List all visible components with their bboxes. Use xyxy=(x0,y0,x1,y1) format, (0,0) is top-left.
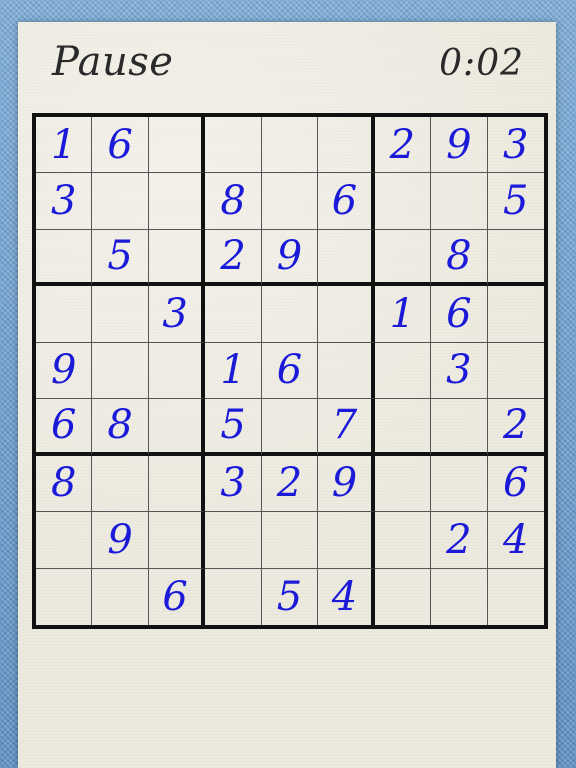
sudoku-cell-r9c2[interactable] xyxy=(92,568,149,625)
sudoku-cell-r9c4[interactable] xyxy=(205,568,262,625)
sudoku-cell-r3c3[interactable] xyxy=(148,229,206,287)
sudoku-cell-r3c5[interactable]: 9 xyxy=(261,229,319,287)
sudoku-cell-r1c3[interactable] xyxy=(148,117,206,174)
sudoku-cell-r7c8[interactable] xyxy=(431,455,488,513)
sudoku-cell-r7c4[interactable]: 3 xyxy=(205,455,262,513)
sudoku-cell-r9c3[interactable]: 6 xyxy=(149,568,206,625)
sudoku-cell-r9c8[interactable] xyxy=(431,568,488,625)
sudoku-cell-r8c8[interactable]: 2 xyxy=(431,512,488,569)
sudoku-cell-r1c2[interactable]: 6 xyxy=(92,117,149,174)
sudoku-cell-r1c5[interactable] xyxy=(261,117,319,174)
sudoku-cell-r5c8[interactable]: 3 xyxy=(431,342,488,400)
sudoku-cell-r9c6[interactable]: 4 xyxy=(318,568,375,625)
sudoku-cell-r3c6[interactable] xyxy=(318,229,375,287)
sudoku-cell-r7c1[interactable]: 8 xyxy=(36,455,93,513)
sudoku-cell-r4c7[interactable]: 1 xyxy=(374,286,432,343)
sudoku-cell-r4c4[interactable] xyxy=(205,286,262,343)
sudoku-cell-r6c9[interactable]: 2 xyxy=(487,399,544,456)
sudoku-cell-r7c3[interactable] xyxy=(148,455,206,513)
sudoku-cell-r5c7[interactable] xyxy=(374,342,432,400)
sudoku-cell-r2c5[interactable] xyxy=(261,173,319,230)
sudoku-cell-r4c8[interactable]: 6 xyxy=(431,286,488,343)
sudoku-cell-r4c6[interactable] xyxy=(318,286,375,343)
sudoku-cell-r3c8[interactable]: 8 xyxy=(431,229,488,287)
sudoku-cell-r7c6[interactable]: 9 xyxy=(318,455,375,513)
sudoku-cell-r4c3[interactable]: 3 xyxy=(148,286,206,343)
sudoku-cell-r9c5[interactable]: 5 xyxy=(262,568,319,625)
sudoku-cell-r1c1[interactable]: 1 xyxy=(36,117,93,174)
sudoku-cell-r4c5[interactable] xyxy=(261,286,319,343)
sudoku-cell-r7c7[interactable] xyxy=(374,455,432,513)
sudoku-cell-r1c7[interactable]: 2 xyxy=(374,117,432,174)
game-timer: 0:02 xyxy=(439,43,524,84)
sudoku-cell-r1c4[interactable] xyxy=(205,117,262,174)
sudoku-cell-r5c5[interactable]: 6 xyxy=(261,342,319,400)
sudoku-cell-r8c5[interactable] xyxy=(261,512,319,569)
sudoku-cell-r8c9[interactable]: 4 xyxy=(487,512,544,569)
sudoku-cell-r6c4[interactable]: 5 xyxy=(205,399,262,456)
sudoku-cell-r2c7[interactable] xyxy=(374,173,432,230)
pause-button[interactable]: Pause xyxy=(52,42,173,82)
sudoku-board: 162933865529831691636857283296924654 xyxy=(32,113,548,629)
sudoku-cell-r5c3[interactable] xyxy=(148,342,206,400)
sudoku-cell-r3c7[interactable] xyxy=(374,229,432,287)
sudoku-cell-r6c1[interactable]: 6 xyxy=(36,399,93,456)
sudoku-cell-r3c2[interactable]: 5 xyxy=(92,229,149,287)
sudoku-cell-r9c7[interactable] xyxy=(375,568,432,625)
sudoku-cell-r5c6[interactable] xyxy=(318,342,375,400)
sudoku-cell-r7c5[interactable]: 2 xyxy=(261,455,319,513)
sudoku-cell-r8c3[interactable] xyxy=(148,512,206,569)
sudoku-cell-r4c1[interactable] xyxy=(36,286,93,343)
sudoku-cell-r2c4[interactable]: 8 xyxy=(205,173,262,230)
sudoku-cell-r1c9[interactable]: 3 xyxy=(487,117,544,174)
sudoku-cell-r6c5[interactable] xyxy=(261,399,319,456)
sudoku-cell-r3c1[interactable] xyxy=(36,229,93,287)
sudoku-cell-r5c4[interactable]: 1 xyxy=(205,342,262,400)
sudoku-cell-r6c3[interactable] xyxy=(148,399,206,456)
sudoku-cell-r9c1[interactable] xyxy=(36,568,93,625)
sudoku-cell-r6c6[interactable]: 7 xyxy=(318,399,375,456)
sudoku-cell-r8c2[interactable]: 9 xyxy=(92,512,149,569)
sudoku-cell-r6c2[interactable]: 8 xyxy=(92,399,149,456)
sudoku-cell-r3c4[interactable]: 2 xyxy=(205,229,262,287)
sudoku-cell-r1c8[interactable]: 9 xyxy=(431,117,488,174)
sudoku-cell-r2c9[interactable]: 5 xyxy=(487,173,544,230)
sudoku-cell-r9c9[interactable] xyxy=(488,569,544,625)
sudoku-cell-r8c6[interactable] xyxy=(318,512,375,569)
sudoku-cell-r8c1[interactable] xyxy=(36,512,93,569)
sudoku-cell-r8c7[interactable] xyxy=(374,512,432,569)
sudoku-cell-r7c2[interactable] xyxy=(92,455,149,513)
paper-sheet: Pause 0:02 16293386552983169163685728329… xyxy=(18,22,556,768)
sudoku-cell-r1c6[interactable] xyxy=(318,117,375,174)
sudoku-cell-r2c3[interactable] xyxy=(148,173,206,230)
sudoku-cell-r2c2[interactable] xyxy=(92,173,149,230)
sudoku-cell-r4c2[interactable] xyxy=(92,286,149,343)
sudoku-cell-r5c2[interactable] xyxy=(92,342,149,400)
sudoku-cell-r7c9[interactable]: 6 xyxy=(487,456,544,513)
sudoku-cell-r5c9[interactable] xyxy=(487,343,544,400)
sudoku-cell-r8c4[interactable] xyxy=(205,512,262,569)
sudoku-cell-r2c6[interactable]: 6 xyxy=(318,173,375,230)
sudoku-cell-r5c1[interactable]: 9 xyxy=(36,342,93,400)
sudoku-cell-r4c9[interactable] xyxy=(487,286,544,343)
sudoku-cell-r2c8[interactable] xyxy=(431,173,488,230)
sudoku-cell-r2c1[interactable]: 3 xyxy=(36,173,93,230)
sudoku-cell-r6c8[interactable] xyxy=(431,399,488,456)
sudoku-cell-r6c7[interactable] xyxy=(374,399,432,456)
sudoku-cell-r3c9[interactable] xyxy=(487,230,544,287)
